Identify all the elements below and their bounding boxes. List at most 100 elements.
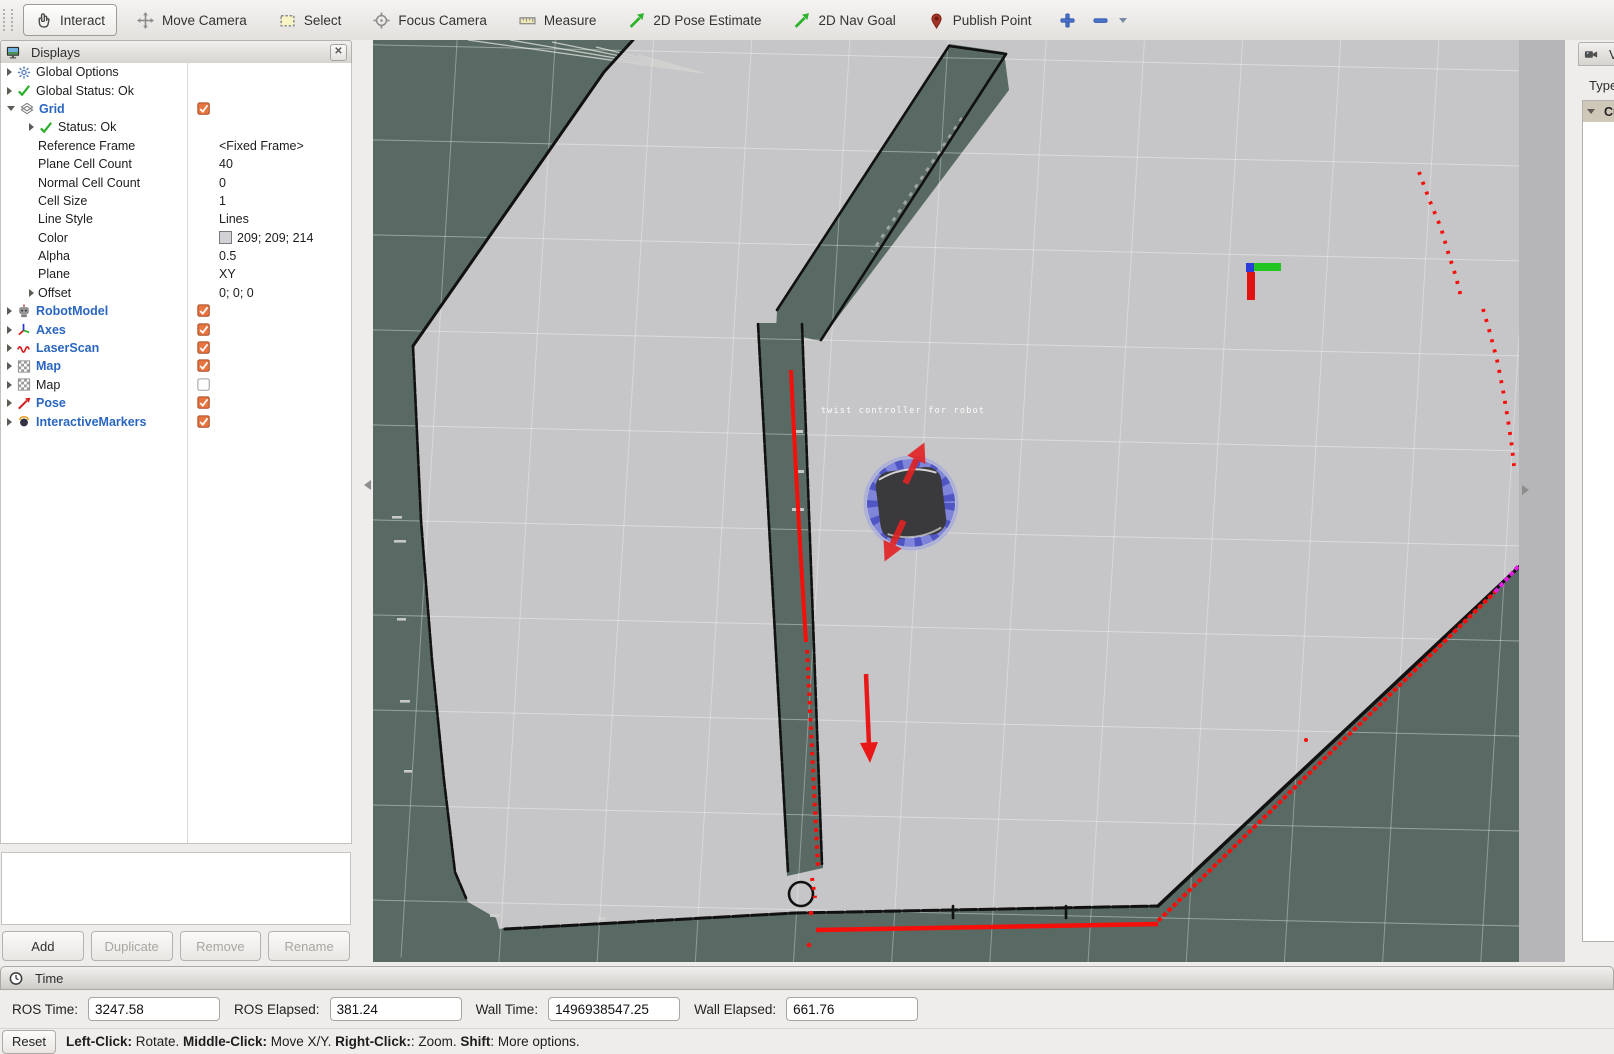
display-row-value[interactable]: Lines <box>215 212 249 226</box>
display-row-normal-cell-count[interactable]: Normal Cell Count0 <box>1 173 351 191</box>
expander-icon[interactable] <box>7 87 12 95</box>
expander-icon[interactable] <box>7 344 12 352</box>
display-row-value[interactable] <box>193 341 211 355</box>
expander-icon[interactable] <box>7 399 12 407</box>
display-row-value[interactable]: 1 <box>215 194 226 208</box>
ros-time-input[interactable]: 3247.58 <box>88 997 220 1021</box>
expander-icon[interactable] <box>29 123 34 131</box>
right-splitter[interactable] <box>1519 40 1565 962</box>
expander-icon[interactable] <box>1587 109 1595 114</box>
display-row-cell-size[interactable]: Cell Size1 <box>1 192 351 210</box>
toolbar-drag-handle[interactable] <box>3 9 13 31</box>
3d-viewport[interactable]: twist controller for robot <box>373 40 1519 962</box>
display-row-value[interactable]: 40 <box>215 157 233 171</box>
current-view-row[interactable]: Current View <box>1583 101 1614 122</box>
tool-interact[interactable]: Interact <box>23 4 117 36</box>
display-row-value[interactable] <box>193 323 211 337</box>
display-row-offset[interactable]: Offset0; 0; 0 <box>1 284 351 302</box>
rename-button[interactable]: Rename <box>268 931 350 961</box>
display-row-pose[interactable]: Pose <box>1 394 351 412</box>
display-row-axes[interactable]: Axes <box>1 320 351 338</box>
tool-2d-nav-goal[interactable]: 2D Nav Goal <box>781 4 907 36</box>
display-row-value[interactable] <box>193 378 211 392</box>
chevron-down-icon[interactable] <box>1119 18 1127 23</box>
display-row-value[interactable] <box>193 415 211 429</box>
tool-select[interactable]: Select <box>267 4 354 36</box>
wall-elapsed-input[interactable]: 661.76 <box>786 997 918 1021</box>
checkbox-checked-icon[interactable] <box>197 304 211 318</box>
display-row-value[interactable]: 0; 0; 0 <box>215 286 254 300</box>
tool-publish-point[interactable]: Publish Point <box>916 4 1044 36</box>
displays-panel-header[interactable]: Displays ✕ <box>0 40 352 64</box>
wall-time-input[interactable]: 1496938547.25 <box>548 997 680 1021</box>
color-swatch[interactable] <box>219 231 232 244</box>
time-panel-header[interactable]: Time <box>0 966 1614 990</box>
views-panel: Views Type Current View <box>1565 40 1614 962</box>
expander-icon[interactable] <box>7 307 12 315</box>
display-row-global-status-ok[interactable]: Global Status: Ok <box>1 81 351 99</box>
display-row-map[interactable]: Map <box>1 376 351 394</box>
checkbox-checked-icon[interactable] <box>197 323 211 337</box>
displays-tree: Global Options Global Status: OkGridStatu… <box>0 63 352 844</box>
property-value: 1 <box>219 194 226 208</box>
tool-focus-camera[interactable]: Focus Camera <box>361 4 499 36</box>
ros-elapsed-input[interactable]: 381.24 <box>330 997 462 1021</box>
display-row-status-ok[interactable]: Status: Ok <box>1 118 351 136</box>
expander-icon[interactable] <box>7 362 12 370</box>
add-button[interactable]: Add <box>2 931 84 961</box>
display-row-global-options[interactable]: Global Options <box>1 63 351 81</box>
checkbox-checked-icon[interactable] <box>197 102 211 116</box>
display-row-value[interactable] <box>193 359 211 373</box>
tool-2d-pose-estimate[interactable]: 2D Pose Estimate <box>616 4 773 36</box>
check-icon <box>38 120 54 135</box>
display-row-value[interactable] <box>193 102 211 116</box>
property-value: 0; 0; 0 <box>219 286 254 300</box>
expander-icon[interactable] <box>7 418 12 426</box>
close-icon[interactable]: ✕ <box>330 44 347 61</box>
display-row-value[interactable]: XY <box>215 267 236 281</box>
checkbox-checked-icon[interactable] <box>197 415 211 429</box>
display-row-interactivemarkers[interactable]: InteractiveMarkers <box>1 412 351 430</box>
left-splitter[interactable] <box>352 40 373 962</box>
display-row-label: Global Options <box>36 65 119 79</box>
duplicate-button[interactable]: Duplicate <box>91 931 173 961</box>
display-row-alpha[interactable]: Alpha0.5 <box>1 247 351 265</box>
tool-label: Publish Point <box>953 13 1032 28</box>
display-row-value[interactable]: 0 <box>215 176 226 190</box>
expander-icon[interactable] <box>7 106 15 111</box>
expander-icon[interactable] <box>7 326 12 334</box>
display-row-robotmodel[interactable]: RobotModel <box>1 302 351 320</box>
checkbox-checked-icon[interactable] <box>197 396 211 410</box>
tool-move-camera[interactable]: Move Camera <box>125 4 259 36</box>
tool-label: Move Camera <box>162 13 247 28</box>
display-row-label: Color <box>38 231 68 245</box>
display-row-line-style[interactable]: Line StyleLines <box>1 210 351 228</box>
checkbox-unchecked-icon[interactable] <box>197 378 211 392</box>
expander-icon[interactable] <box>7 68 12 76</box>
display-row-plane-cell-count[interactable]: Plane Cell Count40 <box>1 155 351 173</box>
display-row-grid[interactable]: Grid <box>1 100 351 118</box>
views-panel-header[interactable]: Views <box>1578 42 1614 66</box>
remove-tool-minus-icon <box>1092 12 1109 29</box>
display-row-laserscan[interactable]: LaserScan <box>1 339 351 357</box>
display-row-reference-frame[interactable]: Reference Frame<Fixed Frame> <box>1 137 351 155</box>
display-row-value[interactable]: 0.5 <box>215 249 236 263</box>
display-row-map[interactable]: Map <box>1 357 351 375</box>
remove-button[interactable]: Remove <box>180 931 262 961</box>
display-row-value[interactable]: <Fixed Frame> <box>215 139 304 153</box>
collapse-right-arrow-icon[interactable] <box>1522 485 1529 495</box>
display-row-color[interactable]: Color 209; 209; 214 <box>1 229 351 247</box>
checkbox-checked-icon[interactable] <box>197 341 211 355</box>
reset-button[interactable]: Reset <box>2 1030 56 1054</box>
display-row-value[interactable] <box>193 396 211 410</box>
collapse-left-arrow-icon[interactable] <box>364 480 371 490</box>
display-row-value[interactable] <box>193 304 211 318</box>
expander-icon[interactable] <box>7 381 12 389</box>
display-row-value[interactable]: 209; 209; 214 <box>215 231 313 245</box>
expander-icon[interactable] <box>29 289 34 297</box>
tool-remove-tool-minus-icon[interactable] <box>1085 4 1134 36</box>
tool-add-tool-plus-icon[interactable] <box>1052 4 1083 36</box>
tool-measure[interactable]: Measure <box>507 4 609 36</box>
display-row-plane[interactable]: PlaneXY <box>1 265 351 283</box>
checkbox-checked-icon[interactable] <box>197 359 211 373</box>
